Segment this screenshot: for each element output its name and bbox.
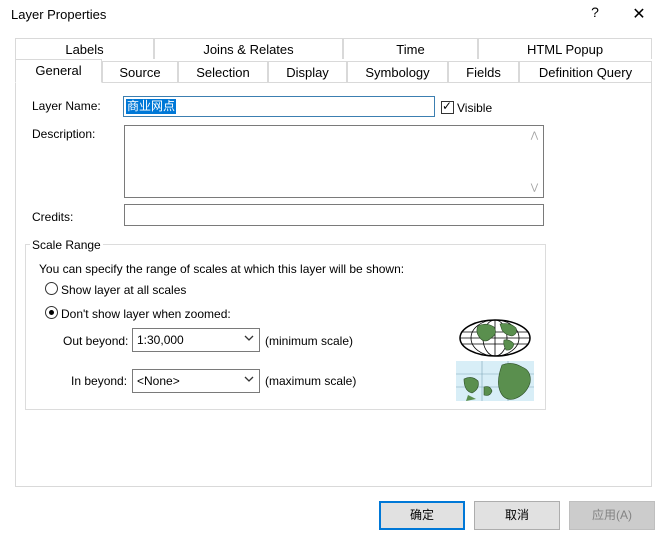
- in-beyond-value: <None>: [137, 374, 180, 388]
- scroll-up-icon[interactable]: ⋀: [526, 130, 543, 141]
- radio-dont-show-zoomed[interactable]: [45, 306, 58, 319]
- in-beyond-combo[interactable]: <None>: [132, 369, 260, 393]
- visible-label: Visible: [457, 101, 493, 115]
- apply-button[interactable]: 应用(A): [569, 501, 655, 530]
- tab-time[interactable]: Time: [343, 38, 478, 59]
- description-textarea[interactable]: ⋀ ⋁: [124, 125, 544, 198]
- dont-show-zoomed-label: Don't show layer when zoomed:: [61, 307, 231, 321]
- out-beyond-label: Out beyond:: [63, 334, 129, 348]
- out-beyond-combo[interactable]: 1:30,000: [132, 328, 260, 352]
- show-all-scales-label: Show layer at all scales: [61, 283, 187, 297]
- out-beyond-value: 1:30,000: [137, 333, 184, 347]
- window-title: Layer Properties: [11, 7, 107, 22]
- credits-input[interactable]: [124, 204, 544, 226]
- map-zoom-icon: [456, 361, 534, 401]
- close-button[interactable]: ✕: [630, 4, 648, 24]
- layer-name-value: 商业网点: [126, 99, 177, 114]
- in-beyond-label: In beyond:: [71, 374, 128, 388]
- radio-show-all-scales[interactable]: [45, 282, 58, 295]
- layer-name-input[interactable]: 商业网点: [123, 96, 435, 117]
- in-beyond-hint: (maximum scale): [265, 374, 357, 388]
- scale-range-intro: You can specify the range of scales at w…: [39, 262, 405, 276]
- globe-icon: [459, 319, 531, 357]
- tab-html-popup[interactable]: HTML Popup: [478, 38, 652, 59]
- scroll-down-icon[interactable]: ⋁: [526, 182, 543, 193]
- out-beyond-hint: (minimum scale): [265, 334, 354, 348]
- tab-joins-relates[interactable]: Joins & Relates: [154, 38, 343, 59]
- tab-general[interactable]: General: [15, 59, 102, 83]
- chevron-down-icon[interactable]: [243, 373, 255, 385]
- radio-selected-dot: [49, 310, 54, 315]
- cancel-button[interactable]: 取消: [474, 501, 560, 530]
- tab-selection[interactable]: Selection: [178, 61, 268, 82]
- ok-button[interactable]: 确定: [379, 501, 465, 530]
- layer-name-label: Layer Name:: [32, 99, 101, 113]
- description-label: Description:: [32, 127, 96, 141]
- tab-source[interactable]: Source: [102, 61, 178, 82]
- tab-fields[interactable]: Fields: [448, 61, 519, 82]
- checkmark-icon: ✓: [442, 99, 453, 113]
- chevron-down-icon[interactable]: [243, 332, 255, 344]
- tab-symbology[interactable]: Symbology: [347, 61, 448, 82]
- scale-range-title: Scale Range: [30, 238, 103, 252]
- help-button[interactable]: ?: [588, 4, 602, 20]
- tab-display[interactable]: Display: [268, 61, 347, 82]
- tab-labels[interactable]: Labels: [15, 38, 154, 59]
- credits-label: Credits:: [32, 210, 74, 224]
- tab-definition-query[interactable]: Definition Query: [519, 61, 652, 82]
- visible-checkbox[interactable]: ✓: [441, 99, 454, 114]
